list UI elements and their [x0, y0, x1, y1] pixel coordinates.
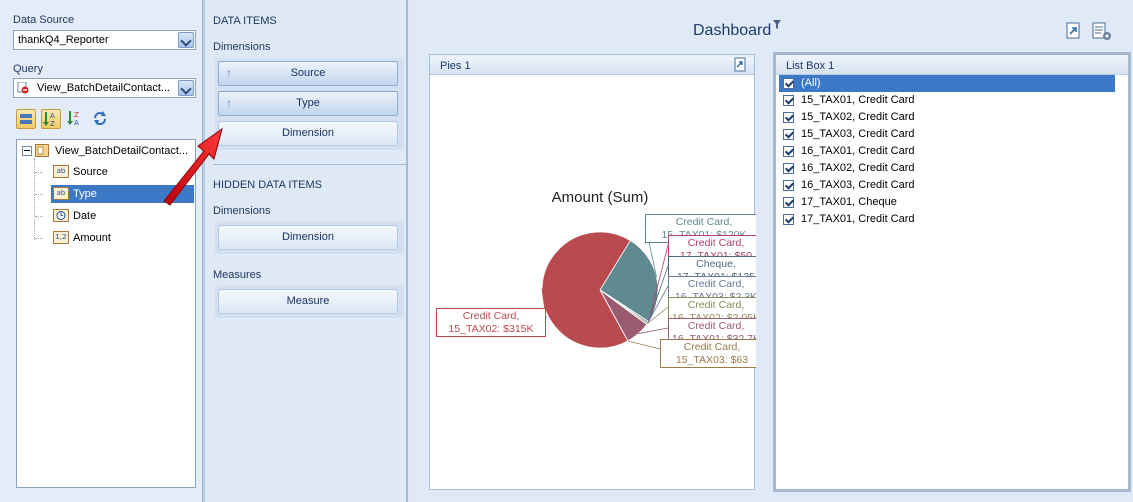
dimensions-label: Dimensions: [213, 41, 271, 53]
dimension-placeholder[interactable]: Dimension: [218, 121, 398, 146]
number-field-icon: 1,2: [53, 231, 69, 244]
text-field-icon: ab: [53, 165, 69, 178]
checkbox[interactable]: [783, 146, 794, 157]
measure-placeholder[interactable]: Measure: [218, 289, 398, 314]
sort-za-button[interactable]: ZA: [66, 109, 86, 129]
list-item[interactable]: 15_TAX03, Credit Card: [779, 126, 1115, 143]
query-value: View_BatchDetailContact...: [37, 82, 171, 94]
slice-label: Credit Card, 15_TAX02: $315K: [436, 308, 546, 337]
sort-az-button[interactable]: AZ: [41, 109, 61, 129]
list-item[interactable]: 16_TAX02, Credit Card: [779, 160, 1115, 177]
list-item-label: (All): [801, 77, 821, 89]
chevron-down-icon[interactable]: [178, 80, 194, 96]
dashboard-title: Dashboard: [693, 22, 772, 39]
chart-title: Amount (Sum): [552, 189, 649, 206]
list-item[interactable]: 17_TAX01, Cheque: [779, 194, 1115, 211]
splitter[interactable]: [203, 0, 205, 502]
checkbox[interactable]: [783, 78, 794, 89]
list-item-label: 15_TAX01, Credit Card: [801, 94, 915, 106]
tree-item-label: Source: [73, 166, 108, 178]
list-box-panel[interactable]: List Box 1 (All) 15_TAX01, Credit Card 15_…: [773, 52, 1131, 492]
svg-text:Z: Z: [50, 120, 55, 128]
list-item[interactable]: 16_TAX01, Credit Card: [779, 143, 1115, 160]
checkbox[interactable]: [783, 129, 794, 140]
arrow-up-icon: ↑: [226, 96, 232, 110]
tree-item-label: Amount: [73, 232, 111, 244]
dimension-item-type[interactable]: ↑ Type: [218, 91, 398, 116]
filter-icon[interactable]: [773, 20, 781, 33]
checkbox[interactable]: [783, 163, 794, 174]
data-items-panel: DATA ITEMS Dimensions ↑ Source ↑ Type Di…: [205, 0, 408, 502]
list-item-label: 15_TAX03, Credit Card: [801, 128, 915, 140]
data-source-panel: Data Source thankQ4_Reporter Query View_…: [0, 0, 203, 502]
checkbox[interactable]: [783, 95, 794, 106]
dimensions-drop-zone[interactable]: ↑ Source ↑ Type Dimension: [215, 58, 404, 150]
clock-icon: [53, 209, 69, 222]
tree-item-label: Type: [73, 188, 97, 200]
arrow-up-icon: ↑: [226, 66, 232, 80]
data-items-header: DATA ITEMS: [213, 15, 277, 27]
svg-text:A: A: [74, 119, 79, 127]
measures-drop-zone[interactable]: Measure: [215, 286, 404, 318]
pie-chart-panel[interactable]: Pies 1 Amount (Sum)Credit Card,15_TAX01:…: [429, 54, 756, 490]
pie-chart[interactable]: Amount (Sum)Credit Card,15_TAX01: $120KC…: [430, 75, 756, 489]
svg-text:Z: Z: [74, 111, 79, 119]
checkbox[interactable]: [783, 180, 794, 191]
list-item[interactable]: 15_TAX02, Credit Card: [779, 109, 1115, 126]
export-icon[interactable]: [734, 57, 748, 75]
settings-icon[interactable]: [1092, 22, 1114, 45]
list-item-label: 17_TAX01, Credit Card: [801, 213, 915, 225]
list-panel-header: List Box 1: [776, 55, 1128, 75]
query-error-icon: [17, 81, 29, 94]
text-field-icon: ab: [53, 187, 69, 200]
checkbox[interactable]: [783, 197, 794, 208]
hidden-dimension-placeholder[interactable]: Dimension: [218, 225, 398, 250]
dashboard-area: Dashboard Pies 1 Amount (Sum) Credit Card…: [411, 0, 1133, 502]
collapse-icon[interactable]: [22, 146, 32, 156]
checkbox[interactable]: [783, 214, 794, 225]
slice-label: Credit Card, 15_TAX03: $63: [660, 339, 756, 368]
list-item-label: 16_TAX02, Credit Card: [801, 162, 915, 174]
hidden-dimensions-drop-zone[interactable]: Dimension: [215, 222, 404, 254]
list-item-label: 16_TAX01, Credit Card: [801, 145, 915, 157]
list-item[interactable]: 17_TAX01, Credit Card: [779, 211, 1115, 228]
chevron-down-icon[interactable]: [178, 32, 194, 48]
dimension-item-source[interactable]: ↑ Source: [218, 61, 398, 86]
callout-leader: [627, 340, 661, 350]
refresh-button[interactable]: [91, 109, 111, 129]
group-mode-button[interactable]: [16, 109, 36, 129]
tree-item-amount[interactable]: 1,2 Amount: [51, 229, 194, 247]
pie-panel-title: Pies 1: [440, 60, 471, 72]
checkbox[interactable]: [783, 112, 794, 123]
export-icon[interactable]: [1066, 22, 1082, 43]
list-item[interactable]: 15_TAX01, Credit Card: [779, 92, 1115, 109]
hidden-data-items-header: HIDDEN DATA ITEMS: [213, 179, 322, 191]
pie-panel-header: Pies 1: [430, 55, 754, 75]
list-panel-title: List Box 1: [786, 60, 835, 72]
data-source-value: thankQ4_Reporter: [18, 34, 109, 46]
list-item[interactable]: (All): [779, 75, 1115, 92]
table-icon: [35, 144, 49, 157]
list-item[interactable]: 16_TAX03, Credit Card: [779, 177, 1115, 194]
svg-text:A: A: [50, 112, 55, 120]
list-item-label: 16_TAX03, Credit Card: [801, 179, 915, 191]
data-source-combo[interactable]: thankQ4_Reporter: [13, 30, 196, 50]
data-source-label: Data Source: [13, 14, 75, 26]
measures-label: Measures: [213, 269, 262, 281]
annotation-arrow: [163, 127, 223, 206]
query-label: Query: [13, 63, 43, 75]
tree-item-label: Date: [73, 210, 97, 222]
list-item-label: 15_TAX02, Credit Card: [801, 111, 915, 123]
list-item-label: 17_TAX01, Cheque: [801, 196, 897, 208]
query-combo[interactable]: View_BatchDetailContact...: [13, 78, 196, 98]
